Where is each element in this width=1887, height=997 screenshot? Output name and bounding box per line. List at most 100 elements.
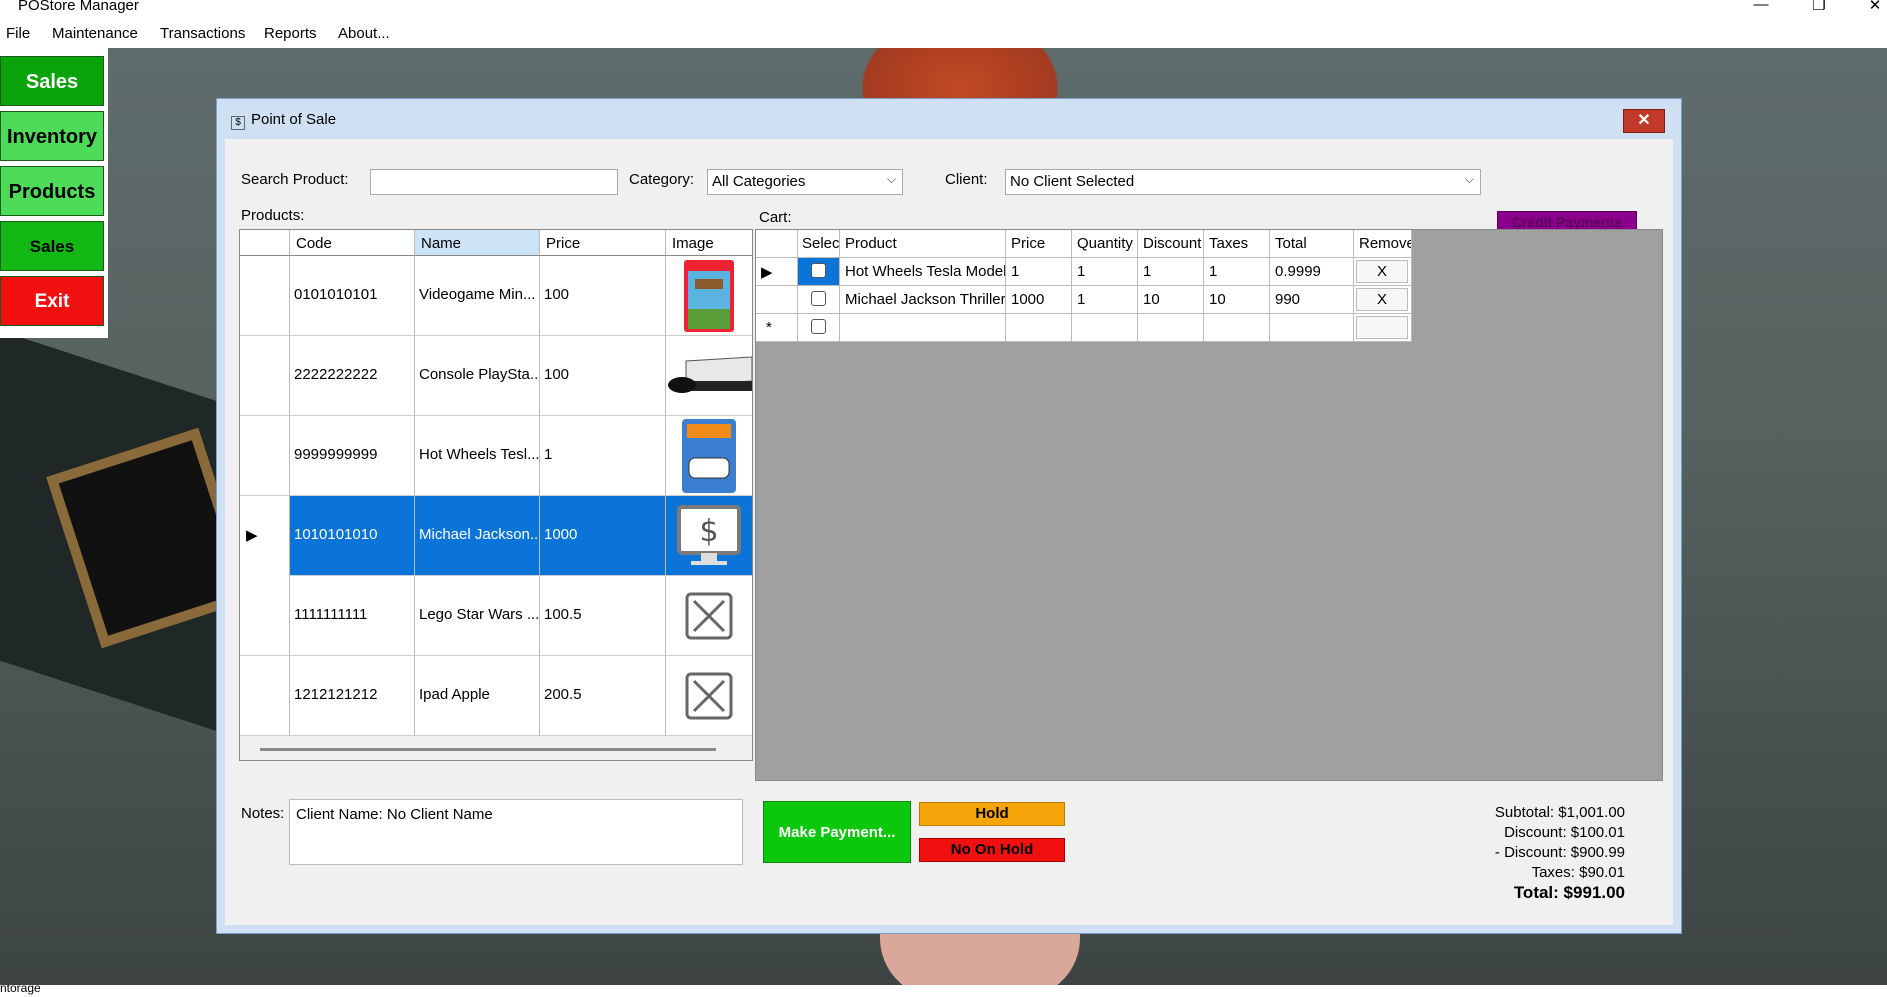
cart-price[interactable] xyxy=(1006,314,1072,342)
column-header-image[interactable]: Image xyxy=(666,230,752,256)
notes-textarea[interactable]: Client Name: No Client Name xyxy=(289,799,743,865)
cart-total xyxy=(1270,314,1354,342)
app-titlebar: POStore Manager — ❐ ✕ xyxy=(0,0,1887,14)
product-row[interactable]: 9999999999 Hot Wheels Tesl... 1 xyxy=(240,416,752,496)
dialog-close-button[interactable]: ✕ xyxy=(1623,109,1665,133)
column-header-code[interactable]: Code xyxy=(290,230,415,256)
menu-maintenance[interactable]: Maintenance xyxy=(52,25,138,42)
products-grid[interactable]: Code Name Price Image 0101010101 Videoga… xyxy=(239,229,753,761)
cart-product: Michael Jackson Thriller Al... xyxy=(840,286,1006,314)
product-row[interactable]: 0101010101 Videogame Min... 100 xyxy=(240,256,752,336)
select-checkbox[interactable] xyxy=(811,263,826,278)
row-header[interactable] xyxy=(240,416,290,496)
column-header-select[interactable]: Select xyxy=(798,230,840,258)
background-hand xyxy=(880,928,1080,985)
column-header-total[interactable]: Total xyxy=(1270,230,1354,258)
row-header[interactable] xyxy=(240,576,290,656)
remove-button[interactable]: X xyxy=(1356,288,1408,311)
cart-quantity[interactable]: 1 xyxy=(1072,286,1138,314)
close-window-icon[interactable]: ✕ xyxy=(1860,0,1887,14)
remove-button[interactable] xyxy=(1356,316,1408,339)
minimize-icon[interactable]: — xyxy=(1746,0,1776,13)
make-payment-button[interactable]: Make Payment... xyxy=(763,801,911,863)
product-code: 0101010101 xyxy=(290,256,415,336)
total-text: Total: $991.00 xyxy=(1513,883,1625,902)
horizontal-scrollbar-thumb[interactable] xyxy=(260,748,716,751)
column-header-quantity[interactable]: Quantity xyxy=(1072,230,1138,258)
status-text: ntorage xyxy=(0,985,41,995)
cart-quantity[interactable] xyxy=(1072,314,1138,342)
product-price: 200.5 xyxy=(540,656,666,736)
menu-transactions[interactable]: Transactions xyxy=(160,25,245,42)
cart-discount[interactable]: 1 xyxy=(1138,258,1204,286)
row-header[interactable] xyxy=(240,336,290,416)
select-cell[interactable] xyxy=(798,286,840,314)
dialog-title-text: Point of Sale xyxy=(251,111,337,128)
point-of-sale-dialog: $ Point of Sale ✕ Search Product: Categor… xyxy=(216,98,1682,934)
column-header-remove[interactable]: Remove xyxy=(1354,230,1412,258)
cart-product[interactable] xyxy=(840,314,1006,342)
taxes-text: Taxes: $90.01 xyxy=(1531,864,1625,881)
product-price: 100.5 xyxy=(540,576,666,656)
product-row[interactable]: 1212121212 Ipad Apple 200.5 xyxy=(240,656,752,736)
search-input[interactable] xyxy=(370,169,618,195)
product-row[interactable]: 1111111111 Lego Star Wars ... 100.5 xyxy=(240,576,752,656)
horizontal-scrollbar-track[interactable] xyxy=(240,736,752,760)
new-row-marker: * xyxy=(756,314,798,342)
cart-discount[interactable]: 10 xyxy=(1138,286,1204,314)
row-header[interactable] xyxy=(240,656,290,736)
restore-icon[interactable]: ❐ xyxy=(1804,0,1834,14)
cart-taxes[interactable] xyxy=(1204,314,1270,342)
dialog-title: $ Point of Sale xyxy=(231,111,336,130)
column-header-name[interactable]: Name xyxy=(415,230,540,256)
column-header-price[interactable]: Price xyxy=(1006,230,1072,258)
select-cell[interactable] xyxy=(798,314,840,342)
cart-taxes[interactable]: 10 xyxy=(1204,286,1270,314)
menu-about[interactable]: About... xyxy=(338,25,390,42)
playstation-console-image xyxy=(666,338,752,414)
cart-total: 990 xyxy=(1270,286,1354,314)
no-on-hold-button[interactable]: No On Hold xyxy=(919,838,1065,862)
totals-panel: Subtotal: $1,001.00 Discount: $100.01 - … xyxy=(1445,803,1625,903)
discount-text: Discount: $100.01 xyxy=(1504,824,1625,841)
product-name: Lego Star Wars ... xyxy=(415,576,540,656)
left-nav: Sales Inventory Products Sales Report Ex… xyxy=(0,48,108,338)
category-select[interactable]: All Categories ⌵ xyxy=(707,169,903,195)
exit-button[interactable]: Exit xyxy=(0,276,104,326)
product-row-selected[interactable]: ▶ 1010101010 Michael Jackson... 1000 $ xyxy=(240,496,752,576)
cart-discount[interactable] xyxy=(1138,314,1204,342)
row-header[interactable] xyxy=(240,256,290,336)
client-select[interactable]: No Client Selected ⌵ xyxy=(1005,169,1481,195)
hold-button[interactable]: Hold xyxy=(919,802,1065,826)
cart-price[interactable]: 1000 xyxy=(1006,286,1072,314)
menu-reports[interactable]: Reports xyxy=(264,25,317,42)
column-header-product[interactable]: Product xyxy=(840,230,1006,258)
select-cell[interactable] xyxy=(798,258,840,286)
minus-discount-text: - Discount: $900.99 xyxy=(1494,844,1625,861)
product-row[interactable]: 2222222222 Console PlaySta... 100 xyxy=(240,336,752,416)
column-header-price[interactable]: Price xyxy=(540,230,666,256)
products-button[interactable]: Products xyxy=(0,166,104,216)
row-header[interactable] xyxy=(756,286,798,314)
row-header[interactable]: ▶ xyxy=(756,258,798,286)
product-code: 1010101010 xyxy=(290,496,415,576)
select-checkbox[interactable] xyxy=(811,291,826,306)
select-checkbox[interactable] xyxy=(811,319,826,334)
cart-taxes[interactable]: 1 xyxy=(1204,258,1270,286)
hot-wheels-box-image xyxy=(666,418,752,494)
cart-price[interactable]: 1 xyxy=(1006,258,1072,286)
missing-image-icon xyxy=(666,658,752,734)
menu-file[interactable]: File xyxy=(6,25,30,42)
row-header-corner xyxy=(240,230,290,256)
column-header-taxes[interactable]: Taxes xyxy=(1204,230,1270,258)
inventory-button[interactable]: Inventory xyxy=(0,111,104,161)
column-header-discount[interactable]: Discount xyxy=(1138,230,1204,258)
cart-quantity[interactable]: 1 xyxy=(1072,258,1138,286)
row-header[interactable]: ▶ xyxy=(240,496,290,576)
missing-image-icon xyxy=(666,578,752,654)
cart-grid[interactable]: Select Product Price Quantity Discount T… xyxy=(755,229,1663,781)
product-code: 1212121212 xyxy=(290,656,415,736)
sales-button[interactable]: Sales xyxy=(0,56,104,106)
sales-report-button[interactable]: Sales Report xyxy=(0,221,104,306)
remove-button[interactable]: X xyxy=(1356,260,1408,283)
